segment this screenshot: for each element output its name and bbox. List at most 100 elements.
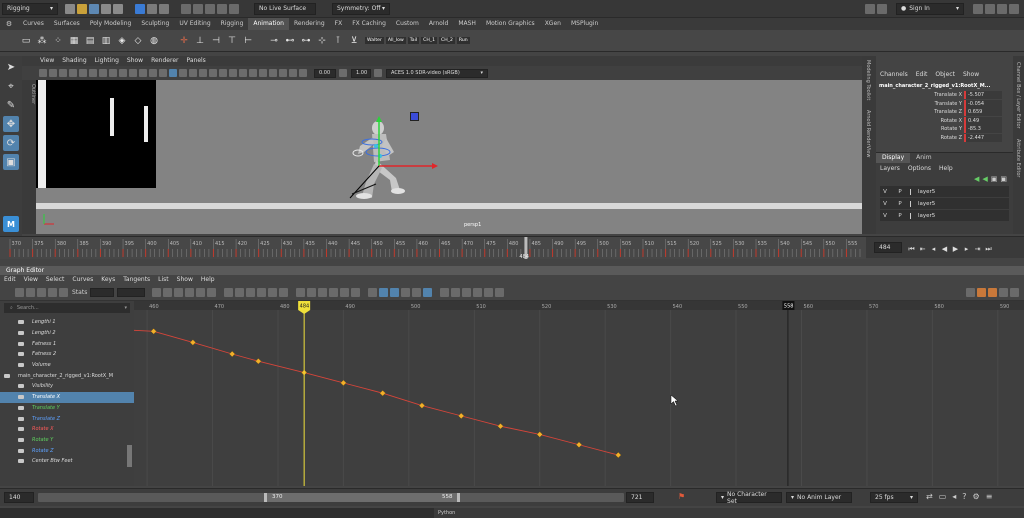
2d-pan-icon[interactable] <box>79 69 87 77</box>
motion-trail-icon[interactable]: ⁂ <box>35 34 49 48</box>
constraint-pole-icon[interactable]: ⊻ <box>347 34 361 48</box>
bookmark-icon[interactable] <box>59 69 67 77</box>
paint-select-icon[interactable]: ✎ <box>3 97 19 113</box>
curve-list-item[interactable]: Fatness 2 <box>0 349 134 360</box>
mash-icon[interactable]: M <box>3 216 19 232</box>
control-locator[interactable] <box>410 112 419 121</box>
ge-options-icon[interactable] <box>1010 288 1019 297</box>
fps-dropdown[interactable]: 25 fps ▾ <box>870 492 918 503</box>
layer-visibility-toggle[interactable]: V <box>880 189 890 195</box>
graph-menu-tangents[interactable]: Tangents <box>119 275 154 285</box>
channel-row[interactable]: Translate Z 0.659 <box>876 108 1013 117</box>
graph-view[interactable]: 460 470 480 490 500 510 520 530 540 550 560 570 580 5… <box>134 301 1024 486</box>
constraint-orient-icon[interactable]: ⊶ <box>299 34 313 48</box>
command-language-tab[interactable]: Python <box>438 510 455 516</box>
channel-menu-show[interactable]: Show <box>959 70 983 80</box>
gamma-field[interactable]: 1.00 <box>351 68 371 78</box>
render-icon[interactable] <box>865 3 875 14</box>
curve-list-item[interactable]: Rotate X <box>0 424 134 435</box>
default-material-icon[interactable] <box>189 69 197 77</box>
curve-filter-icon[interactable] <box>368 288 378 297</box>
time-snap-icon[interactable] <box>484 288 494 297</box>
layer-playback-toggle[interactable]: P <box>890 189 910 195</box>
stats-frame-field[interactable] <box>90 288 115 297</box>
color-space-dropdown[interactable]: ACES 1.0 SDR-video (sRGB) ▾ <box>386 68 488 78</box>
ipr-icon[interactable] <box>877 3 887 14</box>
range-slider-grip-right[interactable] <box>457 493 460 502</box>
curve-list-item[interactable]: Translate Z <box>0 413 134 424</box>
shelf-tab-animation[interactable]: Animation <box>248 18 289 30</box>
frame-playback-icon[interactable] <box>988 288 997 297</box>
shelf-tab-fx-caching[interactable]: FX Caching <box>347 18 391 30</box>
xray-components-icon[interactable] <box>299 69 307 77</box>
playblast-icon[interactable]: ▭ <box>19 34 33 48</box>
shelf-tab-uv-editing[interactable]: UV Editing <box>174 18 215 30</box>
snap-curve-icon[interactable] <box>193 3 203 14</box>
modeling-toolkit-icon[interactable] <box>973 3 983 14</box>
select-hierarchy-icon[interactable] <box>135 3 145 14</box>
channel-box-icon[interactable] <box>1009 3 1019 14</box>
symmetry-dropdown[interactable]: Symmetry: Off ▾ <box>332 2 390 15</box>
help-icon[interactable]: ? <box>962 492 966 501</box>
go-to-start-icon[interactable]: ⏮ <box>906 244 917 255</box>
attribute-editor-icon[interactable] <box>985 3 995 14</box>
shelf-tab-rendering[interactable]: Rendering <box>289 18 330 30</box>
normalize-icon[interactable] <box>318 288 328 297</box>
post-infinity-icon[interactable] <box>351 288 361 297</box>
ghost-icon[interactable]: ⁘ <box>51 34 65 48</box>
range-slider-grip-left[interactable] <box>264 493 267 502</box>
layer-playback-toggle[interactable]: P <box>890 201 910 207</box>
help-menu[interactable]: Help <box>935 164 957 174</box>
insert-key-icon[interactable] <box>26 288 35 297</box>
scale-tool-icon[interactable]: ▣ <box>3 154 19 170</box>
isolate-select-icon[interactable] <box>269 69 277 77</box>
layer-row[interactable]: V Player5 <box>880 186 1009 197</box>
curve-list-item[interactable]: Center Btw Feet <box>0 456 134 467</box>
shelf-tab-motion-graphics[interactable]: Motion Graphics <box>481 18 540 30</box>
channel-value[interactable]: -2.447 <box>964 133 1002 142</box>
curve-list-item[interactable]: Rotate Z <box>0 445 134 456</box>
break-tangent-icon[interactable] <box>235 288 245 297</box>
curve-list-item[interactable]: Translate Y <box>0 403 134 414</box>
depth-of-field-icon[interactable] <box>259 69 267 77</box>
step-tangent-icon[interactable] <box>196 288 206 297</box>
curve-list-item[interactable]: main_character_2_rigged_v1:RootX_M <box>0 370 134 381</box>
undo-icon[interactable] <box>101 3 111 14</box>
buffer-curve-icon[interactable] <box>279 288 289 297</box>
center-current-icon[interactable] <box>999 288 1008 297</box>
gate-mask-icon[interactable] <box>129 69 137 77</box>
exposure-field[interactable]: 0.00 <box>314 68 336 78</box>
smooth-icon[interactable] <box>412 288 422 297</box>
image-plane-icon[interactable] <box>69 69 77 77</box>
safe-title-icon[interactable] <box>159 69 167 77</box>
constraint-aim-icon[interactable]: ⊺ <box>331 34 345 48</box>
shelf-tab-rigging[interactable]: Rigging <box>216 18 249 30</box>
move-tool-icon[interactable]: ✥ <box>3 116 19 132</box>
shelf-tab-sculpting[interactable]: Sculpting <box>136 18 174 30</box>
joint-tool-icon[interactable]: ✛ <box>177 34 191 48</box>
color-management-icon[interactable] <box>374 69 382 77</box>
viewport-menu-view[interactable]: View <box>36 56 58 66</box>
paint-weights-icon[interactable]: ⊤ <box>225 34 239 48</box>
ik-handle-icon[interactable]: ⊥ <box>193 34 207 48</box>
shelf-tab-custom[interactable]: Custom <box>391 18 424 30</box>
constraint-point-icon[interactable]: ⊷ <box>283 34 297 48</box>
channel-value[interactable]: -85.3 <box>964 125 1002 134</box>
arnold-renderview-tab[interactable]: Arnold RenderView <box>865 110 871 157</box>
shelf-button-tail[interactable]: Tail <box>407 37 420 44</box>
layer-visibility-toggle[interactable]: V <box>880 201 890 207</box>
camera-select-icon[interactable] <box>39 69 47 77</box>
play-backward-icon[interactable]: ◀ <box>939 244 950 255</box>
time-editor-icon[interactable]: ▤ <box>83 34 97 48</box>
shelf-button-all_low[interactable]: All_low <box>385 37 406 44</box>
anti-aliasing-icon[interactable] <box>249 69 257 77</box>
viewport-menu-lighting[interactable]: Lighting <box>91 56 123 66</box>
graph-menu-show[interactable]: Show <box>173 275 197 285</box>
channel-row[interactable]: Translate Y -0.054 <box>876 99 1013 109</box>
lock-weight-icon[interactable] <box>268 288 278 297</box>
lights-icon[interactable] <box>209 69 217 77</box>
film-gate-icon[interactable] <box>109 69 117 77</box>
settings-icon[interactable]: ≡ <box>986 492 993 501</box>
channel-value[interactable]: 0.659 <box>964 108 1002 117</box>
stack-view-icon[interactable] <box>451 288 461 297</box>
